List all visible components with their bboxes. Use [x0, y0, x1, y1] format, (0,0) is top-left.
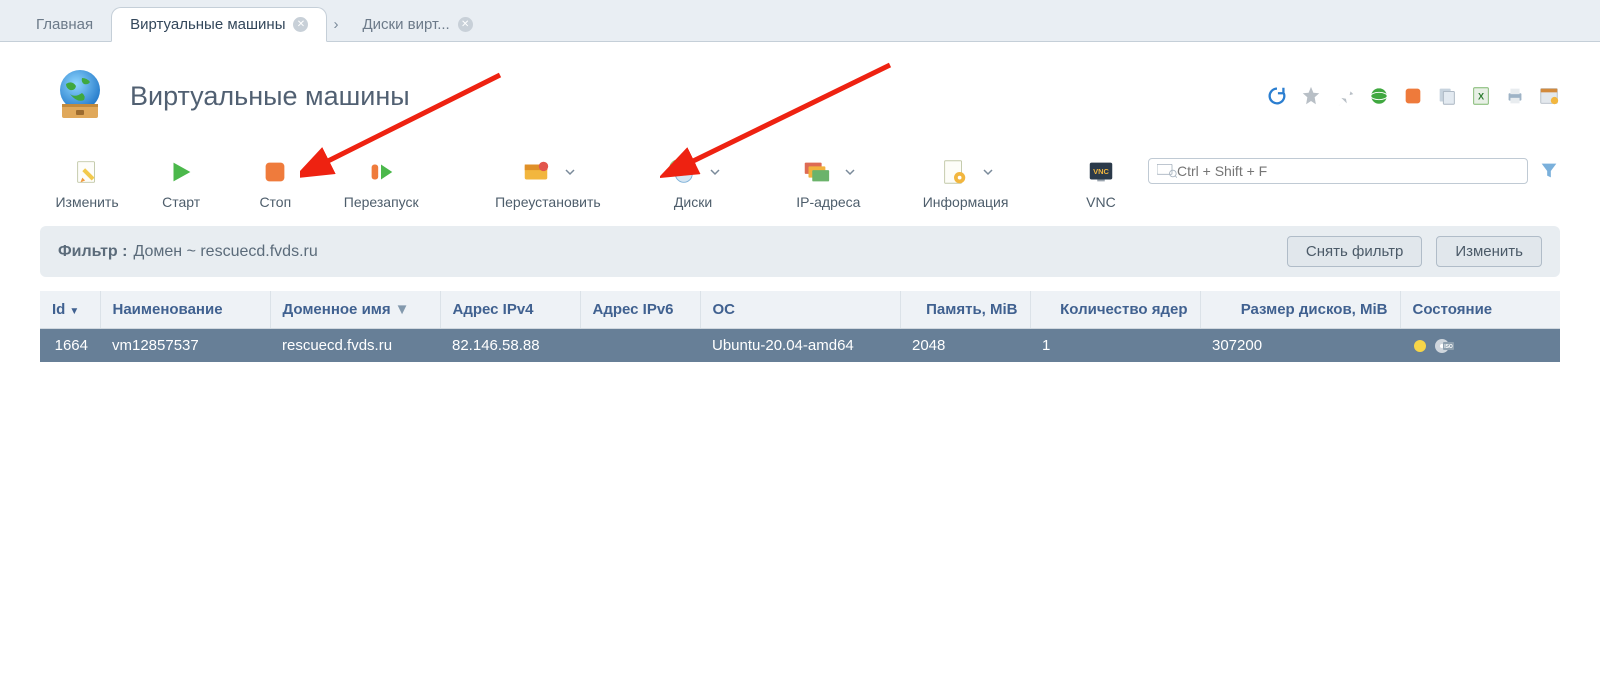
cell-disk-size: 307200	[1200, 329, 1400, 363]
info-label: Информация	[923, 194, 1009, 210]
table-row[interactable]: 1664 vm12857537 rescuecd.fvds.ru 82.146.…	[40, 329, 1560, 363]
chevron-down-icon[interactable]	[845, 167, 855, 177]
cell-name: vm12857537	[100, 329, 270, 363]
pin-icon[interactable]	[1334, 85, 1356, 107]
tab-disks-label: Диски вирт...	[362, 16, 449, 33]
excel-icon[interactable]: X	[1470, 85, 1492, 107]
cell-state: ISO	[1400, 329, 1560, 363]
col-name[interactable]: Наименование	[100, 291, 270, 329]
settings-icon[interactable]	[1538, 85, 1560, 107]
header-actions: X	[1266, 85, 1560, 107]
tab-vm-label: Виртуальные машины	[130, 16, 285, 33]
filter-text: Домен ~ rescuecd.fvds.ru	[133, 243, 317, 261]
sort-desc-icon: ▼	[69, 306, 79, 317]
col-os[interactable]: ОС	[700, 291, 900, 329]
col-disk-size[interactable]: Размер дисков, MiB	[1200, 291, 1400, 329]
table-header-row: Id▼ Наименование Доменное имя▼ Адрес IPv…	[40, 291, 1560, 329]
refresh-icon[interactable]	[1266, 85, 1288, 107]
col-id[interactable]: Id▼	[40, 291, 100, 329]
tab-home-label: Главная	[36, 16, 93, 33]
globe-server-icon	[48, 64, 112, 128]
chevron-down-icon[interactable]	[983, 167, 993, 177]
col-state[interactable]: Состояние	[1400, 291, 1560, 329]
restart-label: Перезапуск	[344, 194, 419, 210]
iso-icon: ISO	[1434, 338, 1454, 354]
ip-label: IP-адреса	[796, 194, 860, 210]
star-icon[interactable]	[1300, 85, 1322, 107]
col-ipv6[interactable]: Адрес IPv6	[580, 291, 700, 329]
restart-icon	[366, 157, 396, 187]
info-icon	[939, 157, 969, 187]
cell-ipv4: 82.146.58.88	[440, 329, 580, 363]
filter-label: Фильтр :	[58, 243, 127, 261]
edit-filter-button[interactable]: Изменить	[1436, 236, 1542, 267]
col-domain[interactable]: Доменное имя▼	[270, 291, 440, 329]
filter-funnel-icon[interactable]	[1538, 160, 1560, 182]
col-ipv4[interactable]: Адрес IPv4	[440, 291, 580, 329]
bulb-on-icon	[1412, 338, 1428, 354]
page-title: Виртуальные машины	[130, 81, 410, 112]
edit-label: Изменить	[55, 194, 118, 210]
tab-home[interactable]: Главная	[18, 8, 111, 41]
keyboard-search-icon	[1157, 164, 1177, 178]
table-wrap: Id▼ Наименование Доменное имя▼ Адрес IPv…	[40, 291, 1560, 362]
stop-icon	[260, 157, 290, 187]
info-button[interactable]: Информация	[907, 148, 1025, 210]
disks-label: Диски	[674, 194, 712, 210]
reinstall-icon	[521, 157, 551, 187]
tabs-bar: Главная Виртуальные машины ✕ › Диски вир…	[0, 0, 1600, 42]
vnc-button[interactable]: VNC VNC	[1054, 148, 1148, 210]
disks-icon	[666, 157, 696, 187]
cell-memory: 2048	[900, 329, 1030, 363]
stop-label: Стоп	[259, 194, 291, 210]
close-icon[interactable]: ✕	[293, 17, 308, 32]
ip-button[interactable]: IP-адреса	[770, 148, 888, 210]
svg-text:VNC: VNC	[1093, 167, 1109, 176]
col-memory[interactable]: Память, MiB	[900, 291, 1030, 329]
reinstall-label: Переустановить	[495, 194, 601, 210]
vnc-icon: VNC	[1086, 157, 1116, 187]
search-box[interactable]	[1148, 158, 1528, 184]
play-icon	[166, 157, 196, 187]
stop-small-icon[interactable]	[1402, 85, 1424, 107]
stop-button[interactable]: Стоп	[228, 148, 322, 210]
cell-domain: rescuecd.fvds.ru	[270, 329, 440, 363]
chevron-down-icon[interactable]	[710, 167, 720, 177]
cell-cores: 1	[1030, 329, 1200, 363]
vnc-label: VNC	[1086, 194, 1116, 210]
close-icon[interactable]: ✕	[458, 17, 473, 32]
search-input[interactable]	[1177, 163, 1519, 179]
vm-table: Id▼ Наименование Доменное имя▼ Адрес IPv…	[40, 291, 1560, 362]
start-label: Старт	[162, 194, 200, 210]
filter-active-icon: ▼	[395, 301, 410, 318]
cell-os: Ubuntu-20.04-amd64	[700, 329, 900, 363]
reinstall-button[interactable]: Переустановить	[479, 148, 616, 210]
disks-button[interactable]: Диски	[646, 148, 740, 210]
clear-filter-button[interactable]: Снять фильтр	[1287, 236, 1422, 267]
globe-icon[interactable]	[1368, 85, 1390, 107]
print-icon[interactable]	[1504, 85, 1526, 107]
svg-text:ISO: ISO	[1444, 344, 1453, 350]
copy-icon[interactable]	[1436, 85, 1458, 107]
filter-bar: Фильтр : Домен ~ rescuecd.fvds.ru Снять …	[40, 226, 1560, 277]
chevron-down-icon[interactable]	[565, 167, 575, 177]
start-button[interactable]: Старт	[134, 148, 228, 210]
page-header: Виртуальные машины X	[0, 42, 1600, 140]
tab-disks[interactable]: Диски вирт... ✕	[344, 8, 490, 41]
cell-id: 1664	[40, 329, 100, 363]
breadcrumb-sep: ›	[327, 8, 344, 41]
restart-button[interactable]: Перезапуск	[322, 148, 440, 210]
svg-text:X: X	[1478, 92, 1485, 102]
col-cores[interactable]: Количество ядер	[1030, 291, 1200, 329]
cell-ipv6	[580, 329, 700, 363]
toolbar: Изменить Старт Стоп Перезапуск Переустан…	[0, 140, 1600, 216]
ip-icon	[801, 157, 831, 187]
edit-icon	[72, 157, 102, 187]
edit-button[interactable]: Изменить	[40, 148, 134, 210]
tab-vm[interactable]: Виртуальные машины ✕	[111, 7, 327, 42]
search-wrap	[1148, 158, 1560, 184]
